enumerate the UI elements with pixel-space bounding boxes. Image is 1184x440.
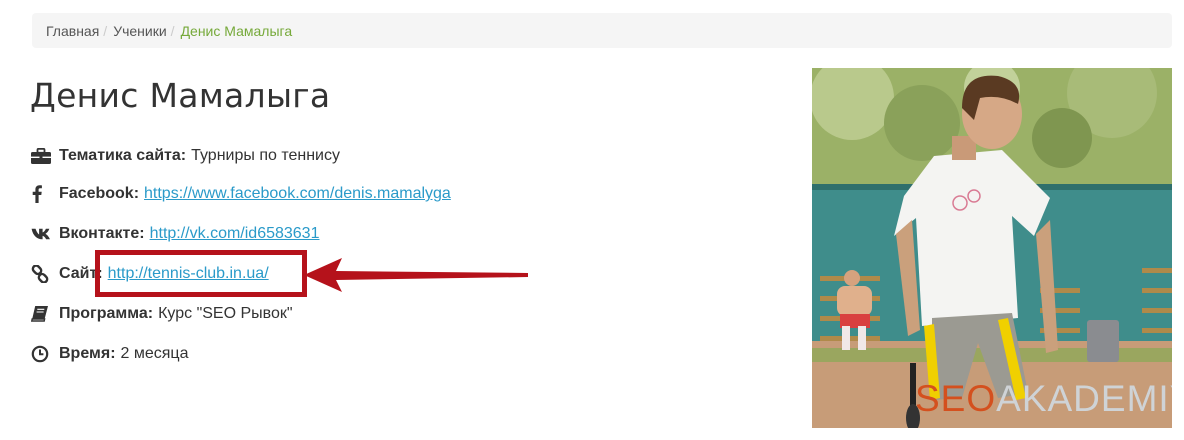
program-row: Программа: Курс "SEO Рывок" xyxy=(31,302,293,326)
topic-value: Турниры по теннису xyxy=(191,147,340,164)
book-icon xyxy=(31,304,55,324)
link-icon xyxy=(31,264,55,284)
breadcrumb: Главная / Ученики / Денис Мамалыга xyxy=(32,13,1172,48)
vk-label: Вконтакте: xyxy=(59,225,145,242)
topic-row: Тематика сайта: Турниры по теннису xyxy=(31,144,340,168)
highlight-box xyxy=(95,250,307,297)
vk-row: Вконтакте: http://vk.com/id6583631 xyxy=(31,222,319,246)
breadcrumb-current: Денис Мамалыга xyxy=(180,22,293,39)
facebook-icon xyxy=(31,184,55,204)
program-label: Программа: xyxy=(59,305,154,322)
vk-icon xyxy=(31,224,55,244)
clock-icon xyxy=(31,344,55,364)
breadcrumb-separator: / xyxy=(103,22,108,39)
time-row: Время: 2 месяца xyxy=(31,342,188,366)
facebook-label: Facebook: xyxy=(59,185,140,202)
page-title: Денис Мамалыга xyxy=(30,76,331,115)
seo-akademiya-watermark: SEOAKADEMIYA xyxy=(915,378,1172,419)
briefcase-icon xyxy=(31,146,55,166)
facebook-link[interactable]: https://www.facebook.com/denis.mamalyga xyxy=(144,185,451,203)
time-value: 2 месяца xyxy=(120,345,189,362)
topic-label: Тематика сайта: xyxy=(59,147,187,164)
breadcrumb-separator: / xyxy=(170,22,175,39)
time-label: Время: xyxy=(59,345,116,362)
breadcrumb-students-link[interactable]: Ученики xyxy=(113,23,166,39)
breadcrumb-home-link[interactable]: Главная xyxy=(46,23,99,39)
facebook-row: Facebook: https://www.facebook.com/denis… xyxy=(31,182,451,206)
profile-photo: SEOAKADEMIYA xyxy=(812,68,1172,428)
program-value: Курс "SEO Рывок" xyxy=(158,305,293,322)
vk-link[interactable]: http://vk.com/id6583631 xyxy=(150,225,320,243)
arrow-icon xyxy=(304,258,528,292)
photo-image xyxy=(812,68,1172,428)
